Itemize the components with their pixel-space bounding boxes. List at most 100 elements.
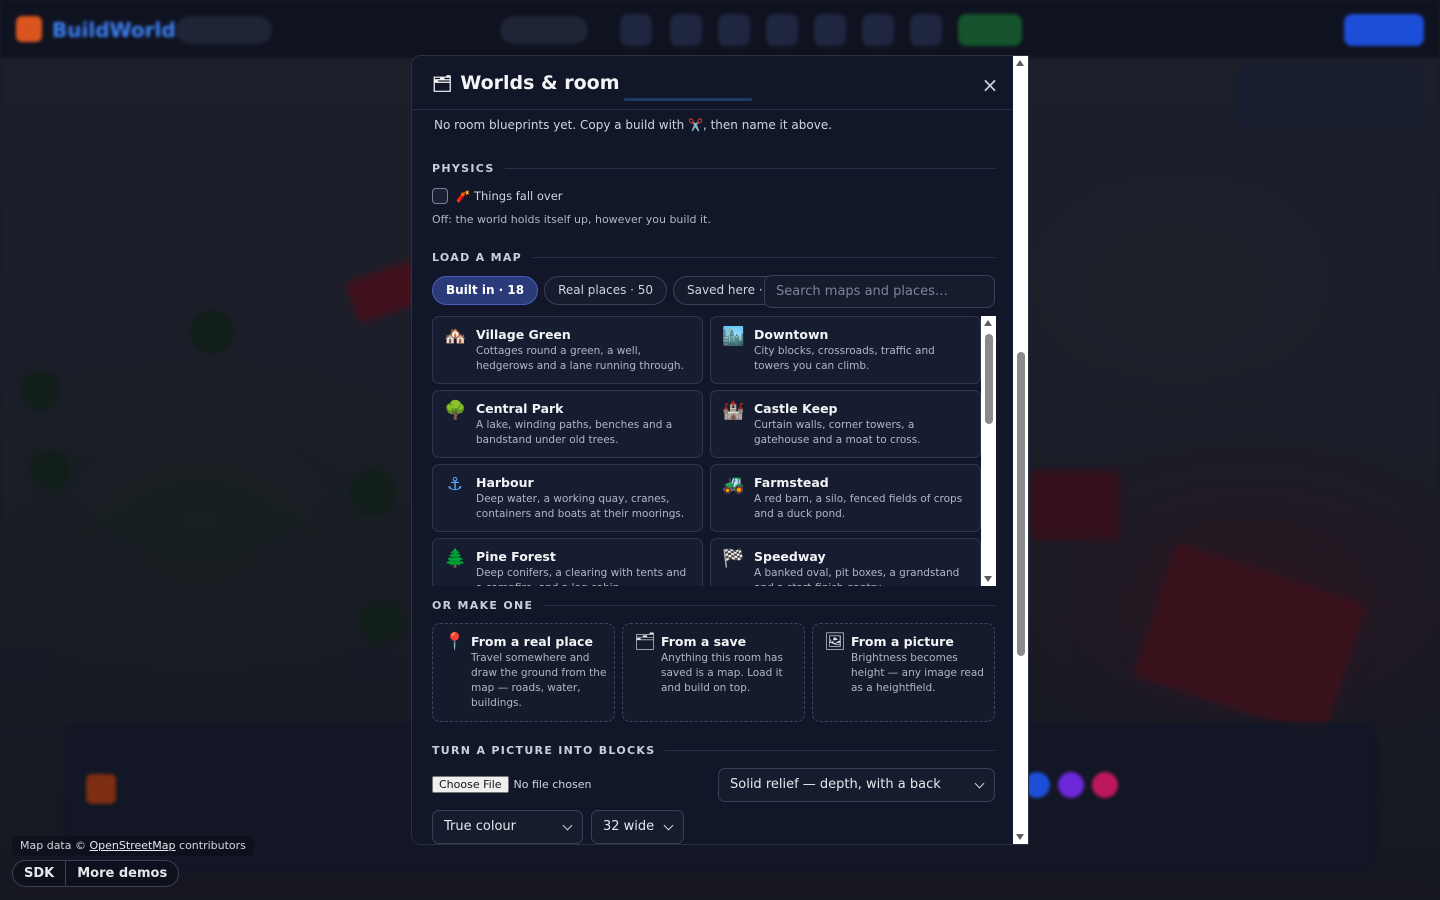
map-card-downtown[interactable]: 🏙️ Downtown City blocks, crossroads, tra… [710, 316, 981, 384]
color-swatch[interactable] [1058, 772, 1084, 798]
pine-tree-icon: 🌲 [444, 548, 467, 569]
mode-pill[interactable] [500, 16, 588, 44]
map-name: Downtown [754, 327, 829, 342]
city-icon: 🏙️ [722, 326, 745, 347]
scroll-down-arrow-icon[interactable] [1016, 834, 1024, 840]
map-name: Castle Keep [754, 401, 838, 416]
footer-button-group: SDK More demos [12, 860, 180, 887]
choose-file-button[interactable]: Choose File [432, 776, 509, 793]
maps-grid: 🏘️ Village Green Cottages round a green,… [432, 316, 981, 586]
divider [543, 605, 995, 606]
tool-button-1[interactable] [620, 14, 652, 46]
tab-built-in[interactable]: Built in · 18 [432, 276, 539, 305]
close-icon[interactable]: × [980, 73, 1000, 97]
map-attribution: Map data © OpenStreetMap contributors [12, 836, 254, 856]
tool-button-2[interactable] [670, 14, 702, 46]
attribution-prefix: Map data © [20, 839, 86, 852]
map-card-harbour[interactable]: ⚓ Harbour Deep water, a working quay, cr… [432, 464, 703, 532]
play-button[interactable] [958, 14, 1022, 46]
dialog-scrollbar[interactable] [1013, 56, 1028, 844]
option-description: Brightness becomes height — any image re… [851, 652, 984, 694]
name-input-edge [624, 98, 752, 101]
scroll-down-arrow-icon[interactable] [984, 576, 992, 582]
maps-list-scrollbar[interactable] [981, 316, 996, 586]
map-description: Cottages round a green, a well, hedgerow… [476, 345, 684, 372]
colour-mode-value: True colour [444, 819, 516, 834]
divider [504, 168, 995, 169]
village-icon: 🏘️ [444, 326, 467, 347]
share-button[interactable] [1344, 14, 1424, 46]
map-card-castle-keep[interactable]: 🏰 Castle Keep Curtain walls, corner towe… [710, 390, 981, 458]
sdk-button[interactable]: SDK [13, 861, 65, 886]
players-panel [1236, 66, 1422, 128]
openstreetmap-link[interactable]: OpenStreetMap [89, 839, 175, 852]
make-map-options: 📍 From a real place Travel somewhere and… [432, 623, 995, 722]
no-file-label: No file chosen [513, 778, 592, 791]
tool-button-6[interactable] [862, 14, 894, 46]
chevron-down-icon [663, 820, 674, 831]
from-save-card[interactable]: 🗂 From a save Anything this room has sav… [622, 623, 805, 722]
tab-real-places[interactable]: Real places · 50 [544, 276, 668, 305]
tool-button-4[interactable] [766, 14, 798, 46]
load-map-heading: LOAD A MAP [432, 251, 995, 264]
map-search-input[interactable] [764, 275, 995, 308]
map-name: Harbour [476, 475, 534, 490]
map-description: A lake, winding paths, benches and a ban… [476, 419, 673, 446]
things-fall-over-checkbox[interactable] [432, 188, 448, 204]
physics-heading-text: PHYSICS [432, 162, 495, 175]
from-real-place-card[interactable]: 📍 From a real place Travel somewhere and… [432, 623, 615, 722]
picture-icon: 🖼 [824, 632, 846, 652]
worlds-room-dialog: No room blueprints yet. Copy a build wit… [411, 55, 1029, 845]
map-description: Deep conifers, a clearing with tents and… [476, 567, 687, 586]
map-description: A banked oval, pit boxes, a grandstand a… [754, 567, 960, 586]
empty-blueprints-note: No room blueprints yet. Copy a build wit… [434, 118, 833, 132]
map-description: A red barn, a silo, fenced fields of cro… [754, 493, 963, 520]
make-one-heading: OR MAKE ONE [432, 599, 995, 612]
make-one-heading-text: OR MAKE ONE [432, 599, 534, 612]
checkered-flag-icon: 🏁 [722, 548, 745, 569]
option-name: From a picture [851, 634, 954, 649]
map-card-pine-forest[interactable]: 🌲 Pine Forest Deep conifers, a clearing … [432, 538, 703, 586]
tree-icon: 🌳 [444, 400, 467, 421]
scroll-thumb[interactable] [985, 334, 993, 424]
tool-button-5[interactable] [814, 14, 846, 46]
option-description: Anything this room has saved is a map. L… [661, 652, 783, 694]
tool-button-3[interactable] [718, 14, 750, 46]
map-card-village-green[interactable]: 🏘️ Village Green Cottages round a green,… [432, 316, 703, 384]
dock-tool-active[interactable] [86, 774, 116, 804]
load-map-heading-text: LOAD A MAP [432, 251, 523, 264]
divider [665, 750, 995, 751]
map-card-speedway[interactable]: 🏁 Speedway A banked oval, pit boxes, a g… [710, 538, 981, 586]
option-name: From a save [661, 634, 747, 649]
scroll-up-arrow-icon[interactable] [1016, 60, 1024, 66]
room-pill[interactable] [176, 16, 272, 44]
option-description: Travel somewhere and draw the ground fro… [471, 652, 607, 709]
folder-icon: 🗂 [634, 632, 656, 652]
map-description: Curtain walls, corner towers, a gatehous… [754, 419, 921, 446]
relief-mode-value: Solid relief — depth, with a back [730, 777, 941, 792]
map-source-tabs: Built in · 18 Real places · 50 Saved her… [432, 276, 789, 305]
color-swatch[interactable] [1092, 772, 1118, 798]
pin-icon: 📍 [444, 632, 466, 652]
map-name: Central Park [476, 401, 564, 416]
maps-list: 🏘️ Village Green Cottages round a green,… [432, 316, 996, 586]
relief-mode-select[interactable]: Solid relief — depth, with a back [718, 768, 995, 802]
width-select[interactable]: 32 wide [591, 810, 684, 844]
physics-toggle-row[interactable]: 🧨 Things fall over [432, 188, 563, 204]
colour-mode-select[interactable]: True colour [432, 810, 583, 844]
more-demos-button[interactable]: More demos [65, 861, 178, 886]
castle-icon: 🏰 [722, 400, 745, 421]
scroll-up-arrow-icon[interactable] [984, 320, 992, 326]
map-card-farmstead[interactable]: 🚜 Farmstead A red barn, a silo, fenced f… [710, 464, 981, 532]
app-title: BuildWorlds [52, 18, 188, 42]
divider [532, 257, 995, 258]
map-card-central-park[interactable]: 🌳 Central Park A lake, winding paths, be… [432, 390, 703, 458]
dialog-header: 🗂 Worlds & room × [412, 56, 1015, 110]
file-picker: Choose File No file chosen [432, 776, 591, 793]
from-picture-card[interactable]: 🖼 From a picture Brightness becomes heig… [812, 623, 995, 722]
tool-button-7[interactable] [910, 14, 942, 46]
attribution-suffix: contributors [179, 839, 246, 852]
app-logo-icon [16, 16, 42, 42]
things-fall-over-label: 🧨 Things fall over [456, 189, 563, 203]
scroll-thumb[interactable] [1017, 352, 1025, 656]
